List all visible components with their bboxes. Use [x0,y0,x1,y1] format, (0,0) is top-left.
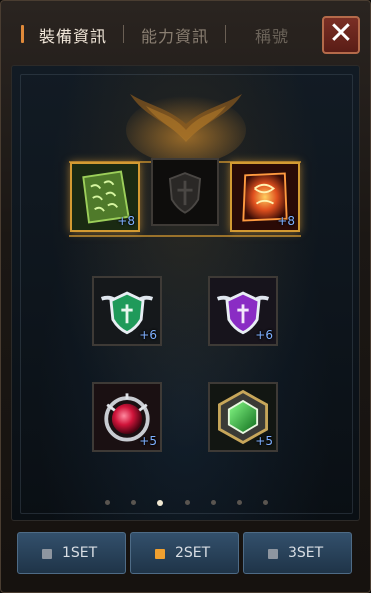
equipment-slot-empty[interactable] [151,158,219,226]
page-dot[interactable] [236,500,242,505]
page-dot[interactable] [210,500,216,505]
set-3-button[interactable]: 3SET [243,532,352,574]
empty-shield-slot-icon [168,172,202,214]
tab-ability-info[interactable]: 能力資訊 [141,23,209,47]
enhance-level: +5 [139,434,157,448]
enhance-level: +8 [277,214,295,228]
set-indicator-active-icon [155,549,165,559]
close-x-icon: ✕ [328,16,354,51]
equipment-slot[interactable]: +8 [70,162,140,232]
set-label: 1SET [62,545,98,561]
tab-divider [225,25,226,43]
tab-title[interactable]: 稱號 [255,23,289,47]
equipment-slot[interactable]: +6 [92,276,162,346]
page-indicator [12,492,359,506]
equipment-panel: +8 +8 +6 +6 +5 +5 [11,65,360,521]
page-dot-active[interactable] [157,499,164,506]
enhance-level: +8 [117,214,135,228]
page-dot[interactable] [262,500,268,505]
tab-bar: 裝備資訊 能力資訊 稱號 [13,15,313,53]
equipment-window: 裝備資訊 能力資訊 稱號 ✕ +8 +8 +6 +6 +5 +5 1SET 2S… [0,0,371,593]
enhance-level: +6 [255,328,273,342]
enhance-level: +5 [255,434,273,448]
set-2-button[interactable]: 2SET [130,532,239,574]
tab-divider [123,25,124,43]
active-tab-indicator [21,25,24,43]
set-label: 2SET [175,545,211,561]
equipment-slot[interactable]: +6 [208,276,278,346]
winged-emblem-icon [126,94,246,160]
enhance-level: +6 [139,328,157,342]
set-1-button[interactable]: 1SET [17,532,126,574]
page-dot[interactable] [184,500,190,505]
equipment-slot[interactable]: +5 [208,382,278,452]
set-indicator-icon [268,549,278,559]
equipment-slot[interactable]: +5 [92,382,162,452]
equipment-slot[interactable]: +8 [230,162,300,232]
close-button[interactable]: ✕ [322,16,360,54]
set-label: 3SET [288,545,324,561]
set-indicator-icon [42,549,52,559]
tab-equipment-info[interactable]: 裝備資訊 [39,23,107,47]
